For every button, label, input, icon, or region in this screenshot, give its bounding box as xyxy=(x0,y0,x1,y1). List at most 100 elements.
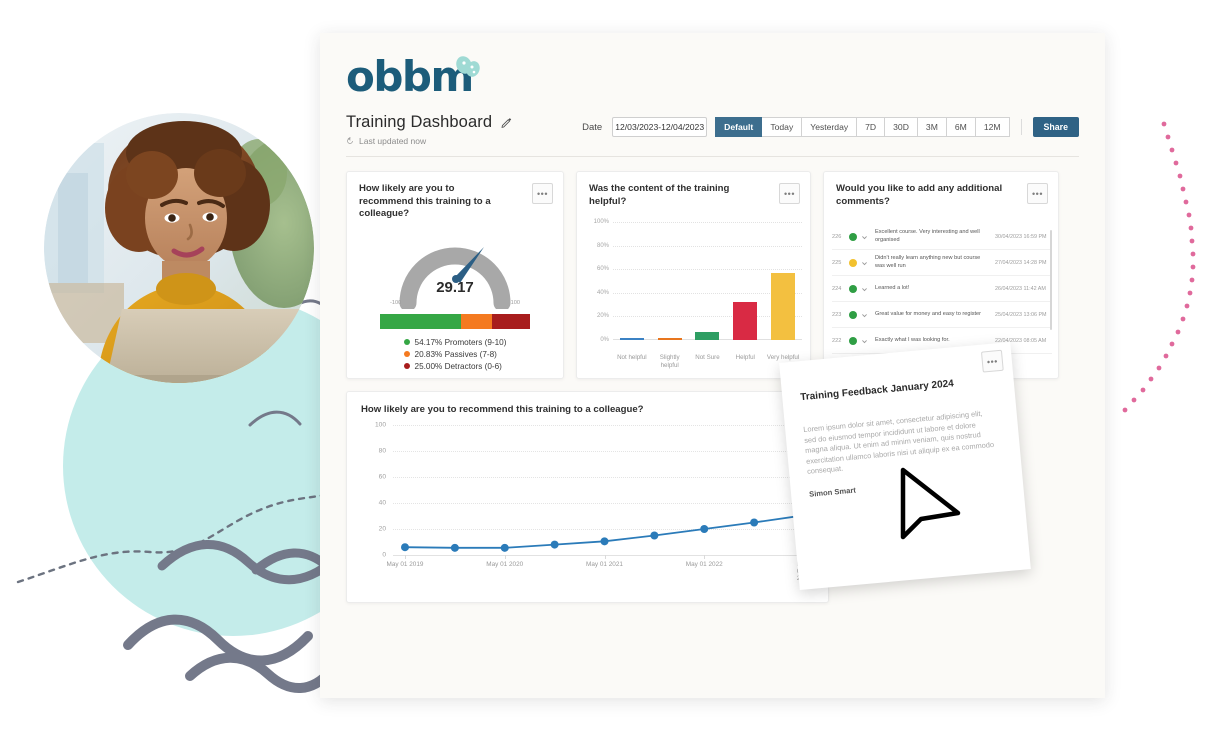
bar-column[interactable] xyxy=(619,338,644,340)
line-data-point[interactable] xyxy=(550,540,559,549)
nps-gauge xyxy=(399,246,511,309)
bar-y-tick: 0% xyxy=(600,337,609,343)
nps-legend: 54.17% Promoters (9-10) 20.83% Passives … xyxy=(403,337,507,374)
range-button-3m[interactable]: 3M xyxy=(917,117,947,137)
chevron-down-icon[interactable] xyxy=(861,332,870,350)
comment-row[interactable]: 226 Excellent course. Very interesting an… xyxy=(832,224,1052,250)
range-button-today[interactable]: Today xyxy=(762,117,803,137)
comment-id: 226 xyxy=(832,233,842,240)
feedback-note-card: ••• Training Feedback January 2024 Lorem… xyxy=(779,341,1031,591)
feedback-card-menu-button[interactable]: ••• xyxy=(980,349,1004,373)
line-y-tick: 60 xyxy=(378,473,386,481)
date-range-input[interactable] xyxy=(612,117,708,137)
line-data-point[interactable] xyxy=(450,543,459,552)
stacked-bar-segment-2 xyxy=(492,313,530,329)
bar-column[interactable] xyxy=(771,272,796,340)
comments-table[interactable]: 226 Excellent course. Very interesting an… xyxy=(832,224,1052,364)
comment-row[interactable]: 225 Didn't really learn anything new but … xyxy=(832,250,1052,276)
butterfly-icon xyxy=(456,56,480,77)
bar-rect[interactable] xyxy=(695,331,720,340)
card-helpful-bar-chart: Was the content of the training helpful?… xyxy=(576,171,811,379)
line-data-point[interactable] xyxy=(500,543,509,552)
range-button-12m[interactable]: 12M xyxy=(975,117,1010,137)
line-chart-y-axis: 0 20 40 60 80 100 xyxy=(359,422,389,559)
share-button[interactable]: Share xyxy=(1032,117,1079,137)
dashboard-controls: Date Default Today Yesterday 7D 30D 3M 6… xyxy=(582,113,1079,137)
line-y-tick: 80 xyxy=(378,447,386,455)
sentiment-positive-icon xyxy=(849,336,857,345)
app-logo[interactable]: obbm xyxy=(346,55,1079,101)
card-nps: How likely are you to recommend this tra… xyxy=(346,171,564,379)
bar-rect[interactable] xyxy=(771,272,796,340)
bar-y-tick: 100% xyxy=(593,219,609,225)
bar-y-tick: 80% xyxy=(596,242,609,249)
sentiment-positive-icon xyxy=(849,310,857,319)
legend-dot-detractors xyxy=(403,363,410,369)
comment-text: Learned a lot! xyxy=(875,284,910,291)
line-chart-svg xyxy=(401,511,808,552)
dots-icon: ••• xyxy=(537,188,548,199)
comment-row[interactable]: 223 Great value for money and easy to reg… xyxy=(832,302,1052,328)
gauge-min-label: -100 xyxy=(390,299,402,306)
card-helpful-title: Was the content of the training helpful? xyxy=(589,183,730,207)
axis-tick xyxy=(405,555,406,559)
legend-label-passives: 20.83% Passives (7-8) xyxy=(414,349,497,359)
pencil-icon[interactable] xyxy=(501,117,512,128)
range-button-6m[interactable]: 6M xyxy=(946,117,976,137)
bar-column[interactable] xyxy=(733,302,758,340)
wave-4 xyxy=(185,652,335,693)
comments-scrollbar[interactable] xyxy=(1049,230,1052,330)
comment-date: 30/04/2023 16:59 PM xyxy=(995,233,1047,240)
hero-photo-avatar xyxy=(44,113,314,383)
chevron-down-icon[interactable] xyxy=(861,254,870,272)
comment-id: 225 xyxy=(832,259,842,266)
line-data-point[interactable] xyxy=(700,525,709,533)
card-nps-menu-button[interactable]: ••• xyxy=(532,183,553,204)
range-button-group: Default Today Yesterday 7D 30D 3M 6M 12M xyxy=(715,117,1010,137)
line-data-point[interactable] xyxy=(401,543,409,552)
chevron-down-icon[interactable] xyxy=(861,228,870,246)
range-button-yesterday[interactable]: Yesterday xyxy=(802,117,858,137)
bar-column[interactable] xyxy=(657,338,682,340)
legend-item: 54.17% Promoters (9-10) xyxy=(403,337,507,347)
legend-item: 25.00% Detractors (0-6) xyxy=(403,362,507,371)
nps-stacked-bar xyxy=(380,313,530,329)
chevron-down-icon[interactable] xyxy=(861,280,870,298)
last-updated-text: Last updated now xyxy=(359,136,427,146)
legend-dot-promoters xyxy=(403,339,410,345)
card-helpful-menu-button[interactable]: ••• xyxy=(779,183,800,204)
bar-rect[interactable] xyxy=(657,338,682,340)
chevron-down-icon[interactable] xyxy=(861,306,870,324)
line-data-point[interactable] xyxy=(750,518,759,527)
bar-column[interactable] xyxy=(695,331,720,340)
line-x-tick-label: May 01 2022 xyxy=(685,561,723,568)
line-x-tick-label: May 01 2021 xyxy=(586,561,623,568)
comment-id: 222 xyxy=(832,337,842,344)
comment-id: 224 xyxy=(832,285,842,292)
range-button-30d[interactable]: 30D xyxy=(885,117,918,137)
sentiment-positive-icon xyxy=(849,284,857,293)
comment-text: Didn't really learn anything new but cou… xyxy=(875,255,981,269)
axis-tick xyxy=(604,555,606,559)
bar-rect[interactable] xyxy=(619,338,644,340)
comment-date: 25/04/2023 13:06 PM xyxy=(995,311,1047,318)
bar-rect[interactable] xyxy=(733,302,758,340)
bar-chart-x-axis: Not helpful Slightly helpful Not Sure Helpf… xyxy=(613,354,802,370)
legend-item: 20.83% Passives (7-8) xyxy=(403,349,507,359)
legend-dot-passives xyxy=(403,351,410,357)
comment-text: Great value for money and easy to regist… xyxy=(875,310,982,317)
card-comments-menu-button[interactable]: ••• xyxy=(1027,183,1048,204)
bar-chart-y-axis: 0% 20% 40% 60% 80% 100% xyxy=(585,219,611,343)
card-trend-line-chart: How likely are you to recommend this tra… xyxy=(346,391,829,603)
comment-id: 223 xyxy=(832,311,842,318)
nps-value: 29.17 xyxy=(436,278,474,296)
line-data-point[interactable] xyxy=(600,537,609,546)
range-button-7d[interactable]: 7D xyxy=(857,117,886,137)
comment-row[interactable]: 224 Learned a lot! 26/04/2023 11:42 AM xyxy=(832,276,1052,302)
bar-chart: 0% 20% 40% 60% 80% 100% Not helpful Slightly h… xyxy=(585,219,802,372)
line-chart: 0 20 40 60 80 100 May 01 2019 May 01 2020 May 0… xyxy=(359,422,816,595)
legend-label-promoters: 54.17% Promoters (9-10) xyxy=(414,337,507,347)
line-data-point[interactable] xyxy=(650,531,659,540)
refresh-icon xyxy=(347,137,353,144)
range-button-default[interactable]: Default xyxy=(715,117,763,137)
